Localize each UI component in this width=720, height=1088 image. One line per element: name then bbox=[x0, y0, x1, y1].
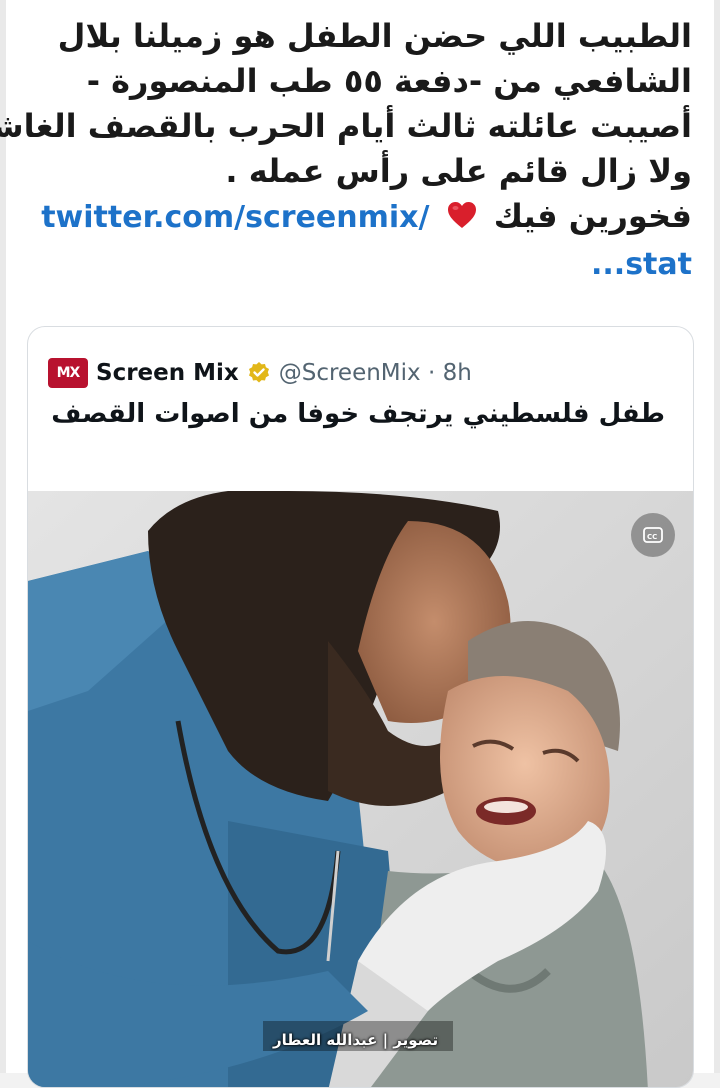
svg-text:CC: CC bbox=[647, 533, 657, 541]
post-line-1: الطبيب اللي حضن الطفل هو زميلنا بلال bbox=[57, 17, 692, 55]
left-edge bbox=[0, 0, 6, 1073]
proud-text: فخورين فيك bbox=[493, 197, 692, 235]
tweet-link[interactable]: twitter.com/screenmix/ bbox=[41, 200, 429, 235]
post-line-2: الشافعي من -دفعة ٥٥ طب المنصورة - bbox=[86, 62, 692, 100]
screenmix-logo[interactable]: MX bbox=[48, 358, 88, 388]
display-name[interactable]: Screen Mix bbox=[96, 360, 239, 386]
tweet-text: طفل فلسطيني يرتجف خوفا من اصوات القصف bbox=[51, 399, 665, 429]
verified-badge-icon bbox=[247, 361, 271, 385]
facebook-post: الطبيب اللي حضن الطفل هو زميلنا بلال الش… bbox=[0, 0, 720, 1088]
tweet-video[interactable]: CC تصوير | عبدالله العطار bbox=[28, 491, 693, 1087]
tweet-header: MX Screen Mix @ScreenMix · 8h bbox=[48, 355, 472, 391]
video-frame bbox=[28, 491, 693, 1087]
right-edge bbox=[714, 0, 720, 1073]
handle-and-time[interactable]: @ScreenMix · 8h bbox=[279, 360, 472, 386]
post-body: الطبيب اللي حضن الطفل هو زميلنا بلال الش… bbox=[0, 14, 692, 287]
closed-caption-icon[interactable]: CC bbox=[631, 513, 675, 557]
red-heart-icon bbox=[447, 196, 477, 241]
video-caption: تصوير | عبدالله العطار bbox=[273, 1031, 439, 1049]
post-line-3: أصيبت عائلته ثالث أيام الحرب بالقصف الغا… bbox=[0, 107, 692, 145]
tweet-link-tail[interactable]: ...stat bbox=[591, 247, 692, 282]
post-line-4: ولا زال قائم على رأس عمله . bbox=[225, 152, 692, 190]
post-line-5: فخورين فيك twitter.com/screenmix/ bbox=[41, 194, 692, 241]
quoted-tweet-card[interactable]: MX Screen Mix @ScreenMix · 8h طفل فلسطين… bbox=[27, 326, 694, 1088]
post-line-6: ...stat bbox=[42, 241, 692, 287]
